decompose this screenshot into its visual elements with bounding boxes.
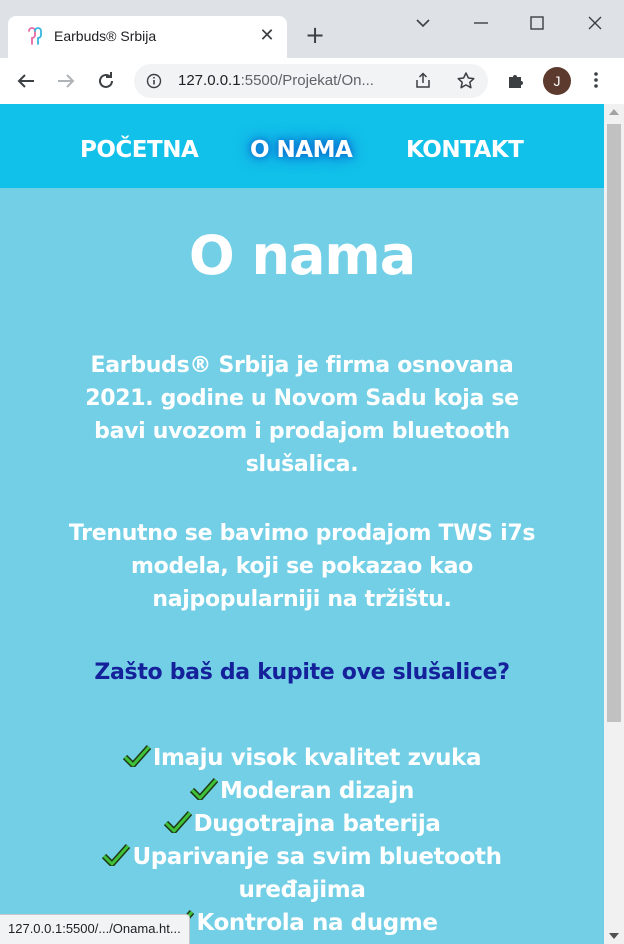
maximize-icon[interactable] [526, 12, 548, 34]
scroll-up-arrow-icon[interactable] [609, 108, 619, 116]
window-close-icon[interactable] [584, 12, 606, 34]
scrollbar-thumb[interactable] [607, 124, 621, 722]
scroll-down-arrow-icon[interactable] [609, 932, 619, 940]
site-info-icon[interactable] [146, 73, 162, 89]
url-path: :5500/Projekat/On... [240, 72, 374, 89]
feature-text: Dugotrajna baterija [193, 811, 441, 837]
new-tab-button[interactable]: + [303, 23, 327, 48]
why-buy-heading: Zašto baš da kupite ove slušalice? [94, 660, 510, 685]
page-viewport: POČETNA O NAMA KONTAKT O nama Earbuds® S… [0, 104, 604, 944]
checkmark-icon [190, 778, 219, 800]
tab-title: Earbuds® Srbija [54, 28, 157, 44]
profile-avatar[interactable]: J [543, 67, 571, 95]
site-navigation: POČETNA O NAMA KONTAKT [0, 104, 604, 188]
about-paragraph-1: Earbuds® Srbija je firma osnovana 2021. … [85, 353, 519, 477]
feature-text: Moderan dizajn [220, 778, 414, 804]
feature-list: Imaju visok kvalitet zvuka Moderan dizaj… [90, 742, 514, 940]
nav-link-kontakt[interactable]: KONTAKT [406, 137, 524, 163]
feature-text: Uparivanje sa svim bluetooth uređajima [132, 844, 502, 903]
link-status-bar: 127.0.0.1:5500/.../Onama.ht... [0, 914, 190, 944]
page-title: O nama [188, 224, 416, 287]
minimize-icon[interactable] [470, 12, 492, 34]
url-host: 127.0.0.1 [178, 72, 241, 89]
feature-item: Uparivanje sa svim bluetooth uređajima [90, 841, 514, 907]
earbuds-favicon-icon [28, 27, 42, 45]
nav-link-o-nama[interactable]: O NAMA [250, 137, 353, 163]
nav-link-pocetna[interactable]: POČETNA [80, 137, 199, 163]
address-bar[interactable]: 127.0.0.1:5500/Projekat/On... [134, 64, 488, 98]
feature-item: Dugotrajna baterija [90, 808, 514, 841]
bookmark-star-icon[interactable] [456, 71, 476, 91]
reload-icon[interactable] [94, 69, 118, 93]
browser-tab-strip: Earbuds® Srbija ✕ + [0, 0, 624, 58]
feature-text: Kontrola na dugme [196, 910, 438, 936]
menu-dots-icon[interactable] [586, 70, 606, 90]
feature-item: Imaju visok kvalitet zvuka [90, 742, 514, 775]
forward-arrow-icon[interactable] [54, 69, 78, 93]
share-icon[interactable] [414, 72, 432, 90]
checkmark-icon [163, 811, 192, 833]
extensions-puzzle-icon[interactable] [506, 70, 526, 90]
checkmark-icon [122, 745, 151, 767]
browser-toolbar: 127.0.0.1:5500/Projekat/On... J [0, 58, 624, 104]
browser-tab[interactable]: Earbuds® Srbija ✕ [8, 16, 287, 58]
feature-item: Moderan dizajn [90, 775, 514, 808]
url-text[interactable]: 127.0.0.1:5500/Projekat/On... [178, 72, 374, 89]
vertical-scrollbar[interactable] [604, 104, 624, 944]
checkmark-icon [102, 844, 131, 866]
tab-close-icon[interactable]: ✕ [257, 26, 277, 46]
tab-search-chevron-icon[interactable] [412, 12, 434, 34]
about-paragraph-2: Trenutno se bavimo prodajom TWS i7s mode… [68, 521, 536, 612]
back-arrow-icon[interactable] [14, 69, 38, 93]
feature-text: Imaju visok kvalitet zvuka [152, 745, 482, 771]
